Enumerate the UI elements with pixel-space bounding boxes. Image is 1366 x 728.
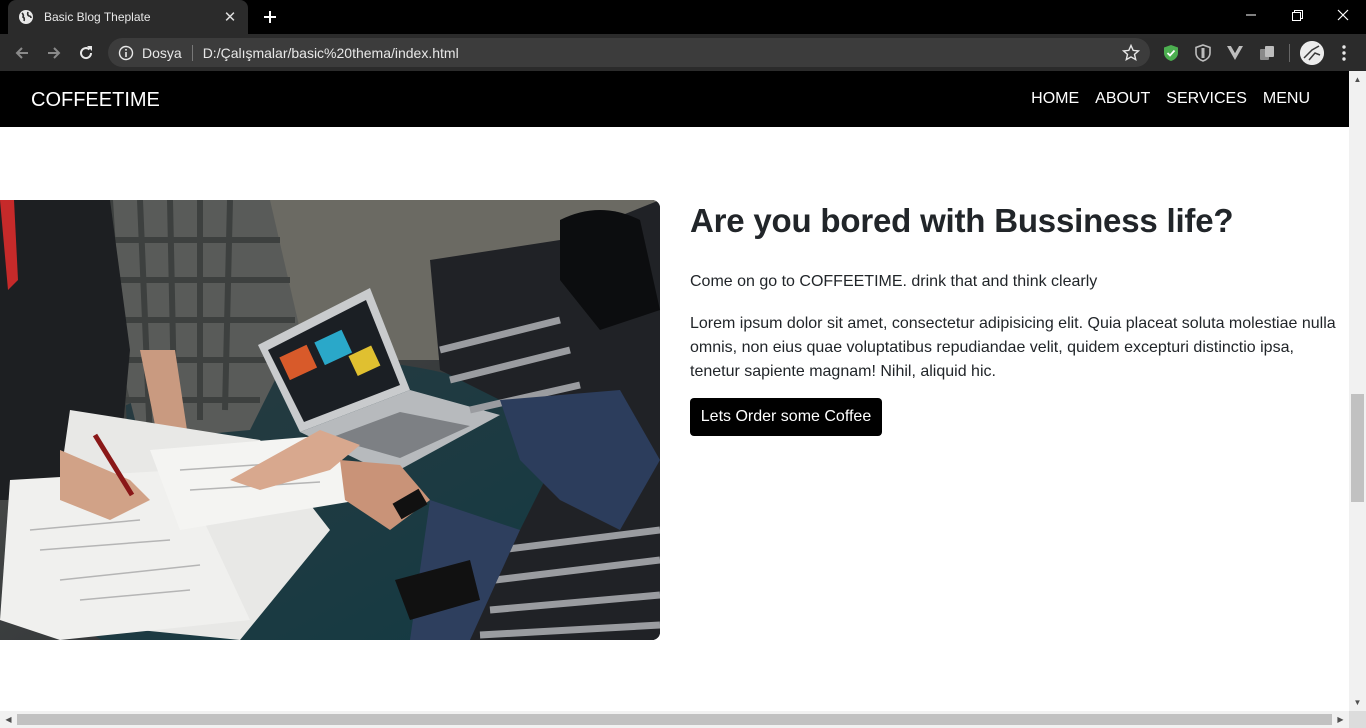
scroll-right-icon[interactable]: ▶ bbox=[1332, 711, 1349, 728]
nav-link-services[interactable]: SERVICES bbox=[1166, 90, 1247, 108]
address-bar[interactable]: Dosya D:/Çalışmalar/basic%20thema/index.… bbox=[108, 38, 1150, 67]
vue-devtools-icon[interactable] bbox=[1225, 43, 1245, 63]
nav-menu: HOME ABOUT SERVICES MENU bbox=[1031, 90, 1310, 108]
tab-title: Basic Blog Theplate bbox=[44, 10, 151, 24]
globe-icon bbox=[18, 9, 34, 25]
order-coffee-button[interactable]: Lets Order some Coffee bbox=[690, 398, 882, 436]
address-separator bbox=[191, 44, 193, 61]
section-heading: Are you bored with Bussiness life? bbox=[690, 202, 1234, 239]
lead-text: Come on go to COFFEETIME. drink that and… bbox=[690, 273, 1098, 290]
plus-icon[interactable] bbox=[260, 7, 280, 27]
nav-link-menu[interactable]: MENU bbox=[1263, 90, 1310, 108]
browser-toolbar: Dosya D:/Çalışmalar/basic%20thema/index.… bbox=[0, 34, 1366, 71]
toolbar-divider bbox=[1289, 44, 1290, 62]
scroll-up-icon[interactable]: ▲ bbox=[1349, 71, 1366, 88]
scroll-down-icon[interactable]: ▼ bbox=[1349, 694, 1366, 711]
horizontal-scrollbar[interactable]: ◀ ▶ bbox=[0, 711, 1349, 728]
horizontal-scroll-thumb[interactable] bbox=[17, 714, 1332, 725]
extension-icon[interactable] bbox=[1257, 43, 1277, 63]
vertical-scrollbar[interactable]: ▲ ▼ bbox=[1349, 71, 1366, 711]
browser-tab[interactable]: Basic Blog Theplate ✕ bbox=[8, 0, 248, 34]
forward-icon[interactable] bbox=[42, 41, 66, 65]
info-icon[interactable] bbox=[118, 45, 134, 61]
profile-avatar[interactable] bbox=[1300, 41, 1324, 65]
adblock-shield-icon[interactable] bbox=[1161, 43, 1181, 63]
window-close-icon[interactable] bbox=[1320, 0, 1366, 30]
vertical-scroll-thumb[interactable] bbox=[1351, 394, 1364, 502]
body-paragraph: Lorem ipsum dolor sit amet, consectetur … bbox=[690, 315, 1336, 380]
page-viewport: COFFEETIME HOME ABOUT SERVICES MENU Are … bbox=[0, 71, 1366, 728]
address-scheme-label: Dosya bbox=[142, 44, 182, 61]
scrollbar-corner bbox=[1349, 711, 1366, 728]
hero-photo bbox=[0, 200, 660, 640]
close-icon[interactable]: ✕ bbox=[222, 9, 238, 26]
star-icon[interactable] bbox=[1122, 44, 1140, 62]
restore-icon[interactable] bbox=[1274, 0, 1320, 30]
nav-link-home[interactable]: HOME bbox=[1031, 90, 1079, 108]
reload-icon[interactable] bbox=[74, 41, 98, 65]
url-text[interactable]: D:/Çalışmalar/basic%20thema/index.html bbox=[203, 45, 459, 61]
site-navbar: COFFEETIME HOME ABOUT SERVICES MENU bbox=[0, 71, 1349, 127]
browser-tabstrip: Basic Blog Theplate ✕ bbox=[0, 0, 1366, 34]
minimize-icon[interactable] bbox=[1228, 0, 1274, 30]
kebab-menu-icon[interactable] bbox=[1334, 43, 1354, 63]
back-icon[interactable] bbox=[10, 41, 34, 65]
site-brand[interactable]: COFFEETIME bbox=[31, 89, 160, 112]
scroll-left-icon[interactable]: ◀ bbox=[0, 711, 17, 728]
privacy-shield-icon[interactable] bbox=[1193, 43, 1213, 63]
nav-link-about[interactable]: ABOUT bbox=[1095, 90, 1150, 108]
